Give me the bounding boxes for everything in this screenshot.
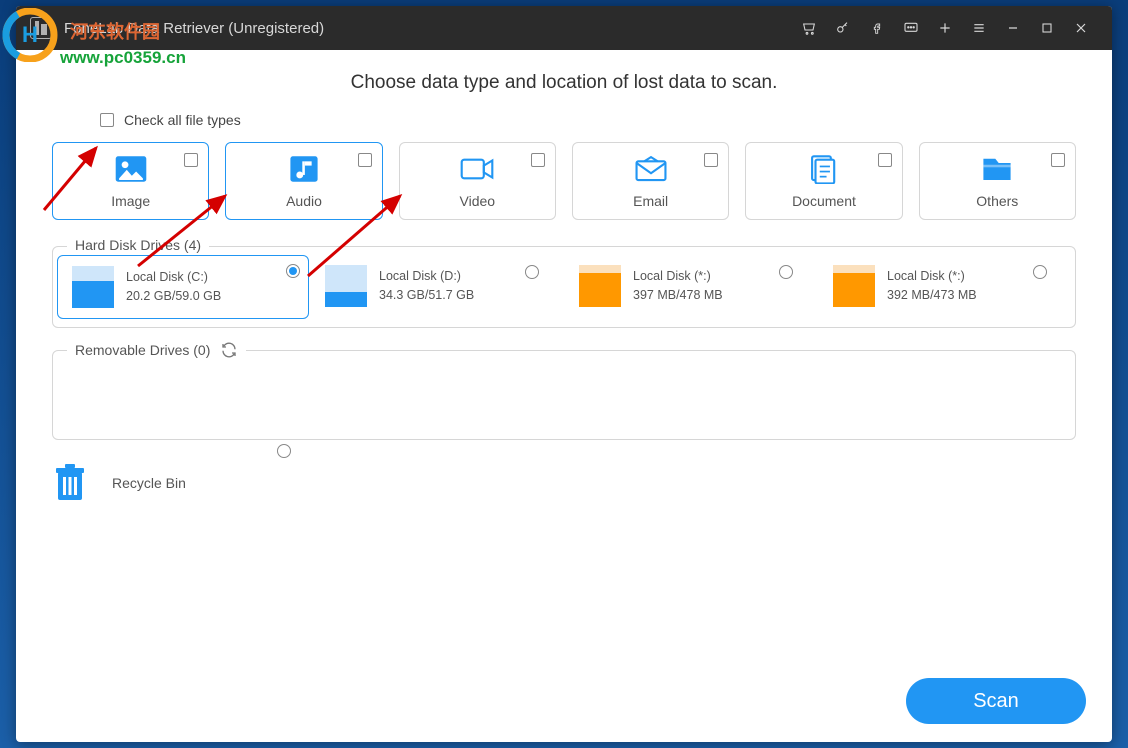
hdd-legend: Hard Disk Drives (4) (67, 237, 209, 253)
type-video-label: Video (460, 193, 496, 209)
disk-info: Local Disk (*:) 392 MB/473 MB (887, 267, 977, 305)
close-button[interactable] (1064, 6, 1098, 50)
disk-item[interactable]: Local Disk (*:) 397 MB/478 MB (579, 265, 803, 307)
type-video-icon (460, 154, 494, 189)
maximize-button[interactable] (1030, 6, 1064, 50)
scan-button[interactable]: Scan (906, 678, 1086, 724)
type-audio-icon (287, 154, 321, 189)
window-title: FoneLab Data Retriever (Unregistered) (64, 20, 324, 37)
disk-radio[interactable] (779, 265, 793, 279)
recycle-bin-radio[interactable] (277, 444, 291, 458)
disk-size: 34.3 GB/51.7 GB (379, 286, 474, 305)
check-all-checkbox[interactable] (100, 113, 114, 127)
type-others-label: Others (976, 193, 1018, 209)
disk-radio[interactable] (525, 265, 539, 279)
type-email-icon (634, 154, 668, 189)
disk-radio[interactable] (286, 264, 300, 278)
type-image[interactable]: Image (52, 142, 209, 220)
disk-item[interactable]: Local Disk (D:) 34.3 GB/51.7 GB (325, 265, 549, 307)
disk-info: Local Disk (*:) 397 MB/478 MB (633, 267, 723, 305)
type-email-label: Email (633, 193, 668, 209)
trash-icon (52, 462, 88, 504)
type-video-checkbox[interactable] (531, 153, 545, 167)
hdd-section: Hard Disk Drives (4) Local Disk (C:) 20.… (52, 246, 1076, 328)
disk-radio[interactable] (1033, 265, 1047, 279)
disk-name: Local Disk (*:) (887, 267, 977, 286)
recycle-bin-row[interactable]: Recycle Bin (52, 462, 1076, 504)
disk-info: Local Disk (D:) 34.3 GB/51.7 GB (379, 267, 474, 305)
type-others[interactable]: Others (919, 142, 1076, 220)
removable-section: Removable Drives (0) (52, 350, 1076, 440)
titlebar: FoneLab Data Retriever (Unregistered) (16, 6, 1112, 50)
menu-icon[interactable] (962, 6, 996, 50)
disk-usage-icon (325, 265, 367, 307)
disk-slot[interactable]: Local Disk (*:) 392 MB/473 MB (833, 265, 1057, 309)
key-icon[interactable] (826, 6, 860, 50)
plus-icon[interactable] (928, 6, 962, 50)
type-email[interactable]: Email (572, 142, 729, 220)
type-audio[interactable]: Audio (225, 142, 382, 220)
page-headline: Choose data type and location of lost da… (40, 72, 1088, 94)
disk-item[interactable]: Local Disk (C:) 20.2 GB/59.0 GB (57, 255, 309, 319)
hdd-disks-row: Local Disk (C:) 20.2 GB/59.0 GB Local Di… (71, 265, 1057, 309)
file-types-row: Image Audio Video Email Document Others (52, 142, 1076, 220)
disk-usage-icon (72, 266, 114, 308)
type-document[interactable]: Document (745, 142, 902, 220)
disk-slot[interactable]: Local Disk (C:) 20.2 GB/59.0 GB (71, 265, 295, 309)
type-document-label: Document (792, 193, 856, 209)
type-video[interactable]: Video (399, 142, 556, 220)
app-window: FoneLab Data Retriever (Unregistered) Ch… (16, 6, 1112, 742)
type-document-icon (807, 154, 841, 189)
app-logo-icon (30, 17, 52, 39)
type-image-checkbox[interactable] (184, 153, 198, 167)
disk-slot[interactable]: Local Disk (*:) 397 MB/478 MB (579, 265, 803, 309)
check-all-label: Check all file types (124, 112, 241, 128)
disk-usage-icon (579, 265, 621, 307)
disk-slot[interactable]: Local Disk (D:) 34.3 GB/51.7 GB (325, 265, 549, 309)
disk-size: 20.2 GB/59.0 GB (126, 287, 221, 306)
cart-icon[interactable] (792, 6, 826, 50)
type-document-checkbox[interactable] (878, 153, 892, 167)
type-image-label: Image (111, 193, 150, 209)
disk-name: Local Disk (*:) (633, 267, 723, 286)
facebook-icon[interactable] (860, 6, 894, 50)
disk-name: Local Disk (D:) (379, 267, 474, 286)
type-image-icon (114, 154, 148, 189)
disk-info: Local Disk (C:) 20.2 GB/59.0 GB (126, 268, 221, 306)
check-all-row[interactable]: Check all file types (100, 112, 1088, 128)
disk-item[interactable]: Local Disk (*:) 392 MB/473 MB (833, 265, 1057, 307)
disk-size: 392 MB/473 MB (887, 286, 977, 305)
feedback-icon[interactable] (894, 6, 928, 50)
content-area: Choose data type and location of lost da… (16, 50, 1112, 742)
recycle-bin-label: Recycle Bin (112, 475, 186, 491)
type-audio-checkbox[interactable] (358, 153, 372, 167)
minimize-button[interactable] (996, 6, 1030, 50)
disk-name: Local Disk (C:) (126, 268, 221, 287)
disk-size: 397 MB/478 MB (633, 286, 723, 305)
type-others-checkbox[interactable] (1051, 153, 1065, 167)
type-audio-label: Audio (286, 193, 322, 209)
disk-usage-icon (833, 265, 875, 307)
removable-legend: Removable Drives (0) (67, 341, 246, 359)
refresh-icon[interactable] (220, 341, 238, 359)
type-email-checkbox[interactable] (704, 153, 718, 167)
type-others-icon (980, 154, 1014, 189)
